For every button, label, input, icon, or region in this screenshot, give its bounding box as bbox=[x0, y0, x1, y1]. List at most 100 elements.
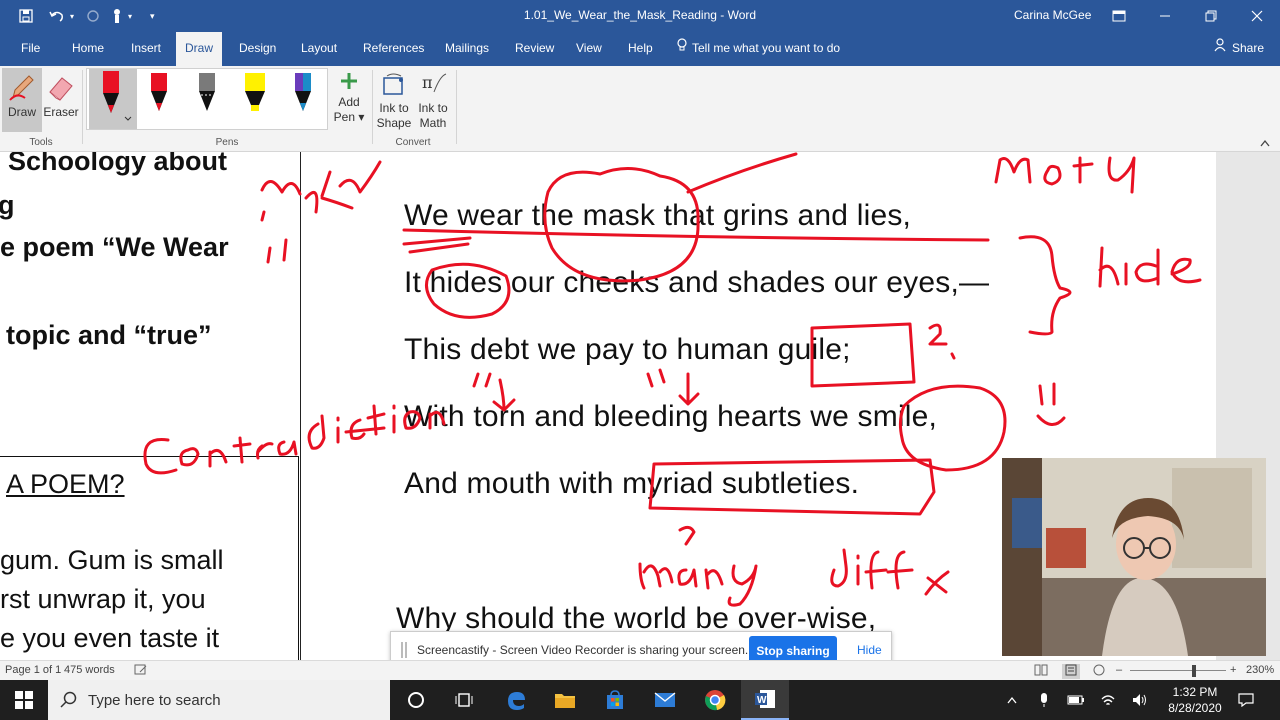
eraser-icon bbox=[42, 72, 80, 105]
left-text-line: e poem “We Wear bbox=[0, 232, 229, 262]
minimize-button[interactable] bbox=[1142, 0, 1188, 32]
tab-design[interactable]: Design bbox=[230, 32, 285, 66]
left-text-line: Schoology about bbox=[8, 152, 227, 176]
pen-red[interactable] bbox=[139, 71, 179, 127]
chrome-icon[interactable] bbox=[691, 680, 739, 720]
share-button[interactable]: Share bbox=[1214, 32, 1264, 66]
tab-file[interactable]: File bbox=[12, 32, 49, 66]
group-divider bbox=[372, 70, 373, 144]
webcam-overlay[interactable] bbox=[1002, 458, 1266, 656]
left-text-line: g bbox=[0, 190, 15, 220]
left-text-line: topic and “true” bbox=[6, 320, 212, 350]
left-page: Schoology about g e poem “We Wear topic … bbox=[0, 152, 300, 660]
share-label: Share bbox=[1232, 41, 1265, 55]
ink-to-shape-label-2: Shape bbox=[376, 116, 412, 130]
pen-red-selected[interactable] bbox=[89, 69, 137, 129]
draw-ribbon: Draw Eraser Tools Pens Add Pen ▾ Ink to … bbox=[0, 66, 1280, 152]
word-window: ▾ ▾ ▾ 1.01_We_Wear_the_Mask_Reading - Wo… bbox=[0, 0, 1280, 720]
ink-to-math-label-1: Ink to bbox=[418, 101, 448, 115]
tab-references[interactable]: References bbox=[354, 32, 433, 66]
customize-toolbar-icon[interactable]: ▾ bbox=[150, 0, 155, 32]
proofing-icon[interactable] bbox=[134, 664, 148, 679]
word-taskbar-icon[interactable]: W bbox=[741, 680, 789, 720]
file-explorer-icon[interactable] bbox=[541, 680, 589, 720]
show-hidden-icons-icon[interactable] bbox=[1000, 680, 1024, 720]
edge-browser-icon[interactable] bbox=[492, 680, 540, 720]
cortana-icon[interactable] bbox=[392, 680, 440, 720]
user-name[interactable]: Carina McGee bbox=[1014, 8, 1091, 22]
microsoft-store-icon[interactable] bbox=[591, 680, 639, 720]
poem-line-4: With torn and bleeding hearts we smile, bbox=[404, 400, 938, 433]
save-icon[interactable] bbox=[18, 0, 34, 32]
tab-review[interactable]: Review bbox=[506, 32, 563, 66]
touch-mode-icon[interactable] bbox=[110, 0, 124, 32]
pen-pencil-gray[interactable] bbox=[187, 71, 227, 127]
mail-icon[interactable] bbox=[641, 680, 689, 720]
microphone-icon[interactable] bbox=[1032, 680, 1056, 720]
ribbon-display-options-icon[interactable] bbox=[1096, 0, 1142, 32]
zoom-slider[interactable] bbox=[1130, 670, 1226, 671]
document-canvas[interactable]: Schoology about g e poem “We Wear topic … bbox=[0, 152, 1280, 660]
add-pen-button[interactable]: Add Pen ▾ bbox=[330, 70, 368, 134]
left-box-heading: A POEM? bbox=[6, 469, 125, 499]
left-box-line: gum. Gum is small bbox=[0, 545, 224, 575]
add-pen-label-1: Add bbox=[338, 95, 360, 109]
tab-view[interactable]: View bbox=[567, 32, 611, 66]
task-view-icon[interactable] bbox=[440, 680, 488, 720]
pens-group-label: Pens bbox=[215, 137, 239, 148]
redo-icon[interactable] bbox=[86, 0, 100, 32]
convert-group-label: Convert bbox=[395, 137, 431, 148]
taskbar-search-box[interactable]: Type here to search bbox=[48, 680, 390, 720]
search-icon bbox=[60, 691, 78, 714]
person-icon bbox=[1214, 32, 1228, 65]
ink-to-shape-button[interactable]: Ink to Shape bbox=[374, 68, 414, 132]
svg-text:π: π bbox=[422, 73, 433, 92]
zoom-slider-thumb[interactable] bbox=[1192, 665, 1196, 677]
print-layout-icon[interactable] bbox=[1062, 664, 1080, 679]
drag-handle-icon[interactable] bbox=[401, 642, 407, 658]
tab-layout[interactable]: Layout bbox=[292, 32, 346, 66]
svg-text:W: W bbox=[757, 695, 767, 706]
ink-to-shape-label-1: Ink to bbox=[379, 101, 409, 115]
tell-me-search[interactable]: Tell me what you want to do bbox=[676, 32, 840, 66]
zoom-out-icon[interactable]: – bbox=[1116, 664, 1122, 676]
zoom-in-icon[interactable]: + bbox=[1230, 664, 1236, 676]
page-count[interactable]: Page 1 of 1 bbox=[5, 664, 61, 676]
restore-button[interactable] bbox=[1188, 0, 1234, 32]
tab-help[interactable]: Help bbox=[619, 32, 662, 66]
pen-gallery bbox=[86, 68, 328, 130]
tab-home[interactable]: Home bbox=[63, 32, 113, 66]
tab-draw[interactable]: Draw bbox=[176, 32, 223, 66]
draw-tool-button[interactable]: Draw bbox=[2, 68, 42, 132]
hide-button[interactable]: Hide bbox=[857, 643, 882, 657]
undo-dropdown-icon[interactable]: ▾ bbox=[70, 0, 74, 32]
left-text-box: A POEM? gum. Gum is small rst unwrap it,… bbox=[0, 456, 299, 660]
add-pen-label-2: Pen ▾ bbox=[333, 110, 365, 124]
collapse-ribbon-icon[interactable] bbox=[1260, 138, 1270, 150]
sharing-message: Screencastify - Screen Video Recorder is… bbox=[417, 643, 749, 657]
clock-date: 8/28/2020 bbox=[1168, 701, 1222, 715]
pen-galaxy[interactable] bbox=[283, 71, 323, 127]
clock-time: 1:32 PM bbox=[1172, 685, 1218, 699]
windows-start-icon[interactable] bbox=[0, 680, 48, 720]
notifications-icon[interactable] bbox=[1232, 680, 1260, 720]
touch-dropdown-icon[interactable]: ▾ bbox=[128, 0, 132, 32]
ink-to-math-button[interactable]: π Ink to Math bbox=[414, 68, 452, 132]
wifi-icon[interactable] bbox=[1096, 680, 1120, 720]
zoom-level[interactable]: 230% bbox=[1246, 664, 1274, 676]
poem-line-1: We wear the mask that grins and lies, bbox=[404, 199, 912, 232]
eraser-button[interactable]: Eraser bbox=[42, 68, 80, 132]
title-bar: ▾ ▾ ▾ 1.01_We_Wear_the_Mask_Reading - Wo… bbox=[0, 0, 1280, 32]
word-count[interactable]: 475 words bbox=[64, 664, 115, 676]
read-mode-icon[interactable] bbox=[1034, 664, 1048, 679]
tools-group-label: Tools bbox=[29, 137, 53, 148]
highlighter-yellow[interactable] bbox=[235, 71, 275, 127]
taskbar-clock[interactable]: 1:32 PM 8/28/2020 bbox=[1160, 684, 1230, 716]
tab-mailings[interactable]: Mailings bbox=[436, 32, 498, 66]
web-layout-icon[interactable] bbox=[1092, 664, 1106, 679]
close-button[interactable] bbox=[1234, 0, 1280, 32]
undo-icon[interactable] bbox=[48, 0, 66, 32]
tab-insert[interactable]: Insert bbox=[122, 32, 170, 66]
battery-icon[interactable] bbox=[1064, 680, 1088, 720]
volume-icon[interactable] bbox=[1128, 680, 1152, 720]
